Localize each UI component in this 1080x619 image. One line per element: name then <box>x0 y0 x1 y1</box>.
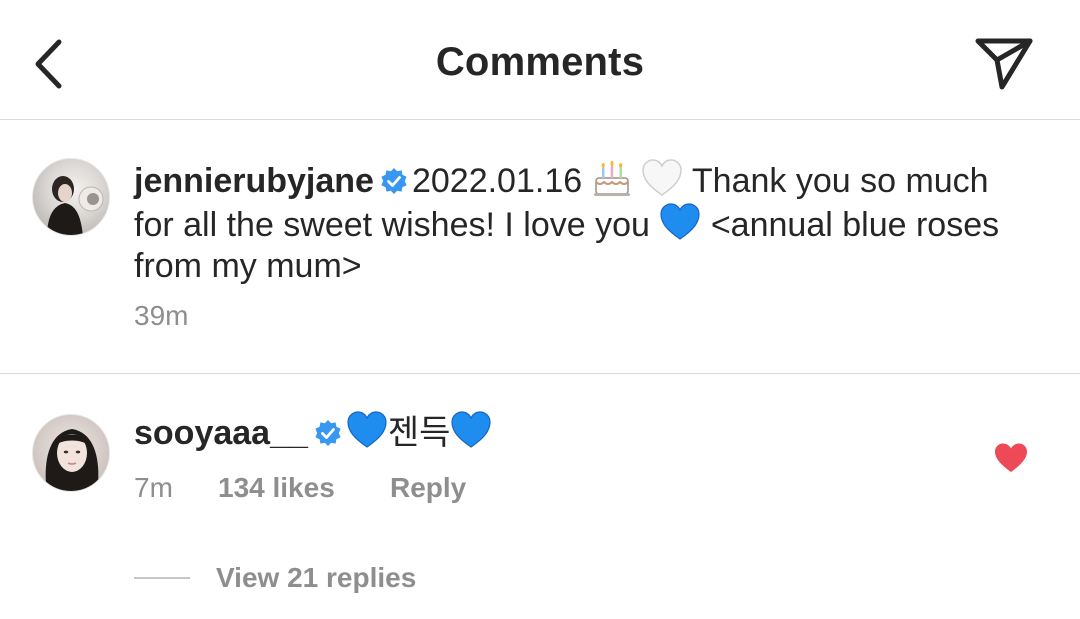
blue-heart-icon <box>347 411 387 448</box>
blue-heart-icon <box>451 411 492 448</box>
verified-badge-icon <box>381 168 407 194</box>
caption-date: 2022.01.16 <box>411 162 583 200</box>
avatar[interactable] <box>32 414 110 492</box>
avatar[interactable] <box>32 158 110 236</box>
header-bar: Comments <box>0 0 1080 120</box>
blue-heart-icon <box>660 203 700 240</box>
heart-like-icon[interactable] <box>994 442 1028 474</box>
paper-plane-icon <box>975 38 1033 90</box>
white-heart-icon <box>642 159 682 196</box>
comment-message: 젠득 <box>387 414 451 452</box>
share-button[interactable] <box>974 36 1034 92</box>
page-title: Comments <box>435 40 645 84</box>
view-replies-button[interactable]: View 21 replies <box>134 562 416 594</box>
caption-username[interactable]: jennierubyjane <box>134 162 374 200</box>
caption-timestamp: 39m <box>134 300 189 331</box>
comment-meta: 7m 134 likes Reply <box>134 472 466 504</box>
reply-button[interactable]: Reply <box>390 472 466 504</box>
birthday-cake-icon <box>593 160 630 196</box>
caption-text: jennierubyjane 2022.01.16 Thank you so m… <box>134 158 1014 287</box>
verified-badge-icon <box>315 420 341 446</box>
replies-divider <box>134 577 190 579</box>
comment-username[interactable]: sooyaaa__ <box>134 414 308 452</box>
likes-count-link[interactable]: 134 likes <box>218 472 390 504</box>
avatar-photo <box>47 176 104 235</box>
comment-timestamp: 7m <box>134 472 173 503</box>
comment-text: sooyaaa__ 젠득 <box>134 410 492 455</box>
avatar-photo <box>45 429 99 491</box>
post-caption: jennierubyjane 2022.01.16 Thank you so m… <box>0 120 1080 374</box>
view-replies-label: View 21 replies <box>216 562 417 593</box>
